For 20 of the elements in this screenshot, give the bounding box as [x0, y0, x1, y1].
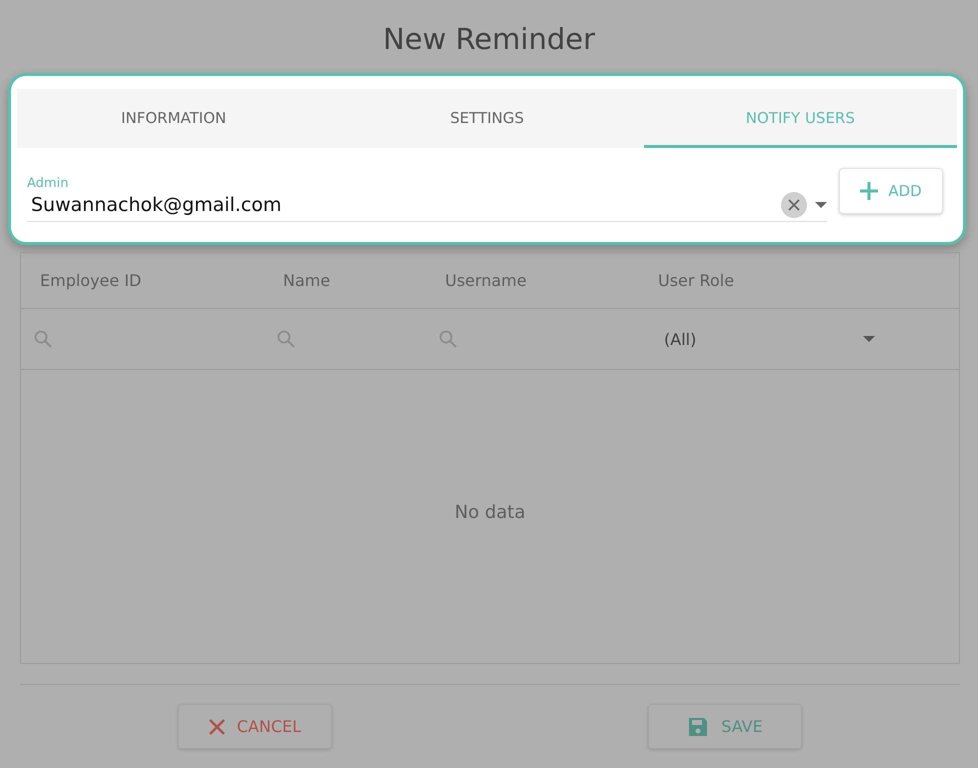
tab[interactable]: SETTINGS [330, 89, 644, 148]
search-icon [33, 329, 53, 349]
tab[interactable]: INFORMATION [17, 89, 330, 148]
user-input-field[interactable]: Suwannachok@gmail.com [27, 194, 773, 216]
column-header: Name [282, 271, 332, 290]
column-header: Employee ID [39, 271, 142, 290]
dialog-title: New Reminder [382, 22, 596, 56]
plus-icon [860, 182, 878, 200]
search-icon [276, 329, 296, 349]
caret-icon[interactable] [815, 202, 827, 208]
column-header: Username [444, 271, 528, 290]
close-icon [208, 718, 225, 734]
field-label: Admin [27, 176, 70, 192]
column-header: User Role [657, 271, 736, 290]
close-icon [788, 199, 800, 211]
search-icon [438, 329, 458, 349]
empty-message: No data [454, 502, 526, 523]
clear-button[interactable] [781, 192, 807, 218]
role-filter-dropdown[interactable]: (All) [639, 319, 959, 359]
caret-icon[interactable] [863, 336, 875, 342]
